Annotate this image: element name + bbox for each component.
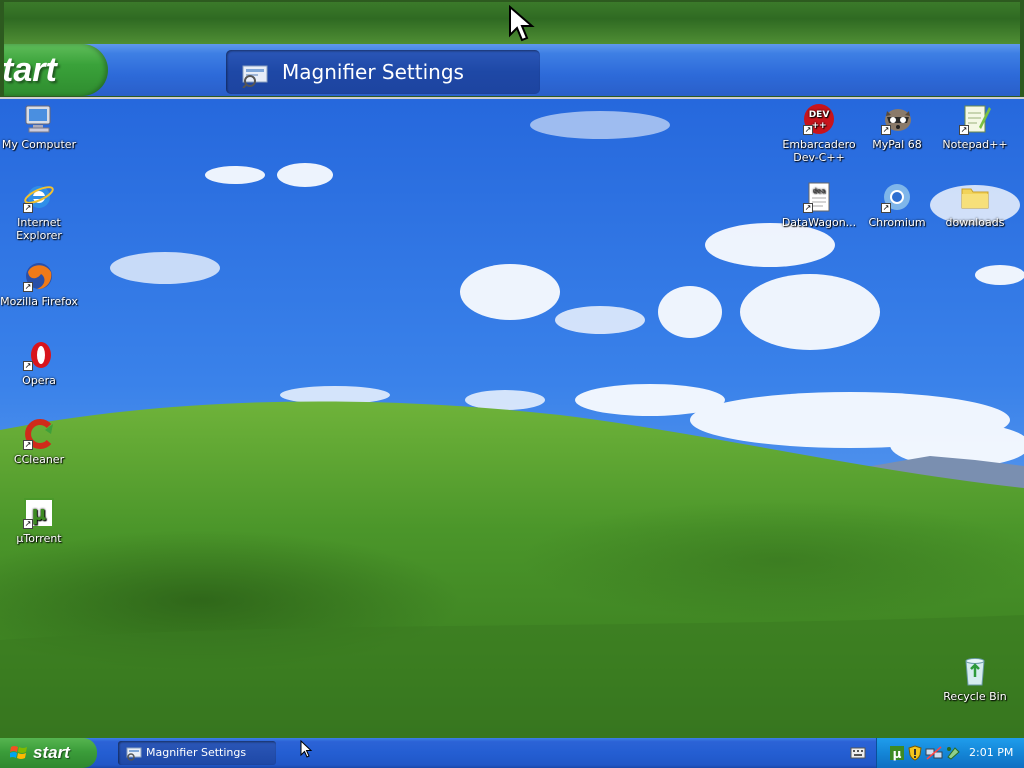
taskbar-button-magnifier-settings[interactable]: Magnifier Settings	[118, 741, 276, 765]
magnified-cursor-icon	[509, 5, 535, 42]
desktop-icon-utorrent[interactable]: µ ↗ µTorrent	[0, 497, 78, 545]
desktop-icon-chromium[interactable]: ↗ Chromium	[858, 181, 936, 229]
safely-remove-hardware-icon[interactable]	[945, 745, 961, 761]
svg-text:++: ++	[811, 121, 826, 131]
desktop-icon-internet-explorer[interactable]: ↗ Internet Explorer	[0, 181, 78, 242]
my-computer-icon	[25, 105, 51, 133]
desktop-icon-notepadpp[interactable]: ↗ Notepad++	[936, 103, 1014, 151]
magnifier-icon	[126, 746, 142, 765]
shortcut-arrow-icon: ↗	[23, 519, 33, 529]
desktop-icon-label: Embarcadero Dev-C++	[782, 138, 856, 164]
desktop-icon-firefox[interactable]: ↗ Mozilla Firefox	[0, 260, 78, 308]
desktop-icon-opera[interactable]: ↗ Opera	[0, 339, 78, 387]
windows-logo-icon	[10, 746, 27, 759]
magnified-task-label: Magnifier Settings	[282, 60, 464, 84]
desktop-icon-label: CCleaner	[13, 453, 65, 466]
network-icon[interactable]	[925, 745, 943, 761]
shortcut-arrow-icon: ↗	[23, 282, 33, 292]
shortcut-arrow-icon: ↗	[959, 125, 969, 135]
magnified-task-button: Magnifier Settings	[226, 50, 540, 94]
clock[interactable]: 2:01 PM	[969, 738, 1013, 768]
shortcut-arrow-icon: ↗	[23, 361, 33, 371]
desktop-icon-label: Notepad++	[942, 138, 1008, 151]
shortcut-arrow-icon: ↗	[23, 440, 33, 450]
folder-icon	[961, 188, 989, 209]
magnified-taskbar: tart Magnifier Settings	[4, 44, 1020, 96]
shortcut-arrow-icon: ↗	[881, 125, 891, 135]
desktop-icon-label: Recycle Bin	[943, 690, 1007, 703]
desktop-icon-label: downloads	[945, 216, 1005, 229]
desktop-icon-my-computer[interactable]: My Computer	[0, 103, 78, 151]
magnifier-icon	[242, 59, 270, 97]
magnified-start-label: tart	[4, 44, 108, 96]
desktop-icon-label: Mozilla Firefox	[0, 295, 78, 308]
security-shield-icon[interactable]	[907, 745, 923, 761]
svg-text:dea: dea	[813, 187, 826, 195]
keyboard-icon[interactable]	[850, 746, 866, 760]
taskbar: start Magnifier Settings µ 2:01 PM	[0, 738, 1024, 768]
system-tray: µ 2:01 PM	[876, 738, 1024, 768]
magnifier-window: tart Magnifier Settings	[0, 0, 1024, 99]
desktop-icon-downloads[interactable]: downloads	[936, 181, 1014, 229]
svg-text:µ: µ	[893, 747, 902, 761]
shortcut-arrow-icon: ↗	[881, 203, 891, 213]
desktop-icon-ccleaner[interactable]: ↗ CCleaner	[0, 418, 78, 466]
desktop-icon-label: DataWagon...	[781, 216, 857, 229]
svg-text:µ: µ	[32, 501, 47, 525]
recycle-bin-icon	[965, 658, 985, 686]
start-label: start	[33, 743, 70, 762]
desktop-icon-devcpp[interactable]: DEV ++ ↗ Embarcadero Dev-C++	[780, 103, 858, 164]
utorrent-tray-icon[interactable]: µ	[889, 745, 905, 761]
shortcut-arrow-icon: ↗	[803, 125, 813, 135]
mouse-cursor-icon	[300, 740, 313, 758]
desktop-icon-label: My Computer	[1, 138, 77, 151]
desktop-icon-recycle-bin[interactable]: Recycle Bin	[936, 655, 1014, 703]
desktop-icon-label: Internet Explorer	[16, 216, 62, 242]
shortcut-arrow-icon: ↗	[23, 203, 33, 213]
desktop-icon-label: µTorrent	[16, 532, 62, 545]
desktop-icon-label: Chromium	[868, 216, 926, 229]
desktop-icon-datawagon[interactable]: dea ↗ DataWagon...	[780, 181, 858, 229]
start-button[interactable]: start	[0, 738, 97, 768]
taskbar-button-label: Magnifier Settings	[146, 746, 247, 759]
svg-text:DEV: DEV	[809, 110, 830, 120]
desktop-icon-label: Opera	[22, 374, 56, 387]
desktop-icon-label: MyPal 68	[872, 138, 922, 151]
desktop-icon-mypal[interactable]: ↗ MyPal 68	[858, 103, 936, 151]
shortcut-arrow-icon: ↗	[803, 203, 813, 213]
desktop: tart Magnifier Settings My Computer ↗ In…	[0, 0, 1024, 768]
